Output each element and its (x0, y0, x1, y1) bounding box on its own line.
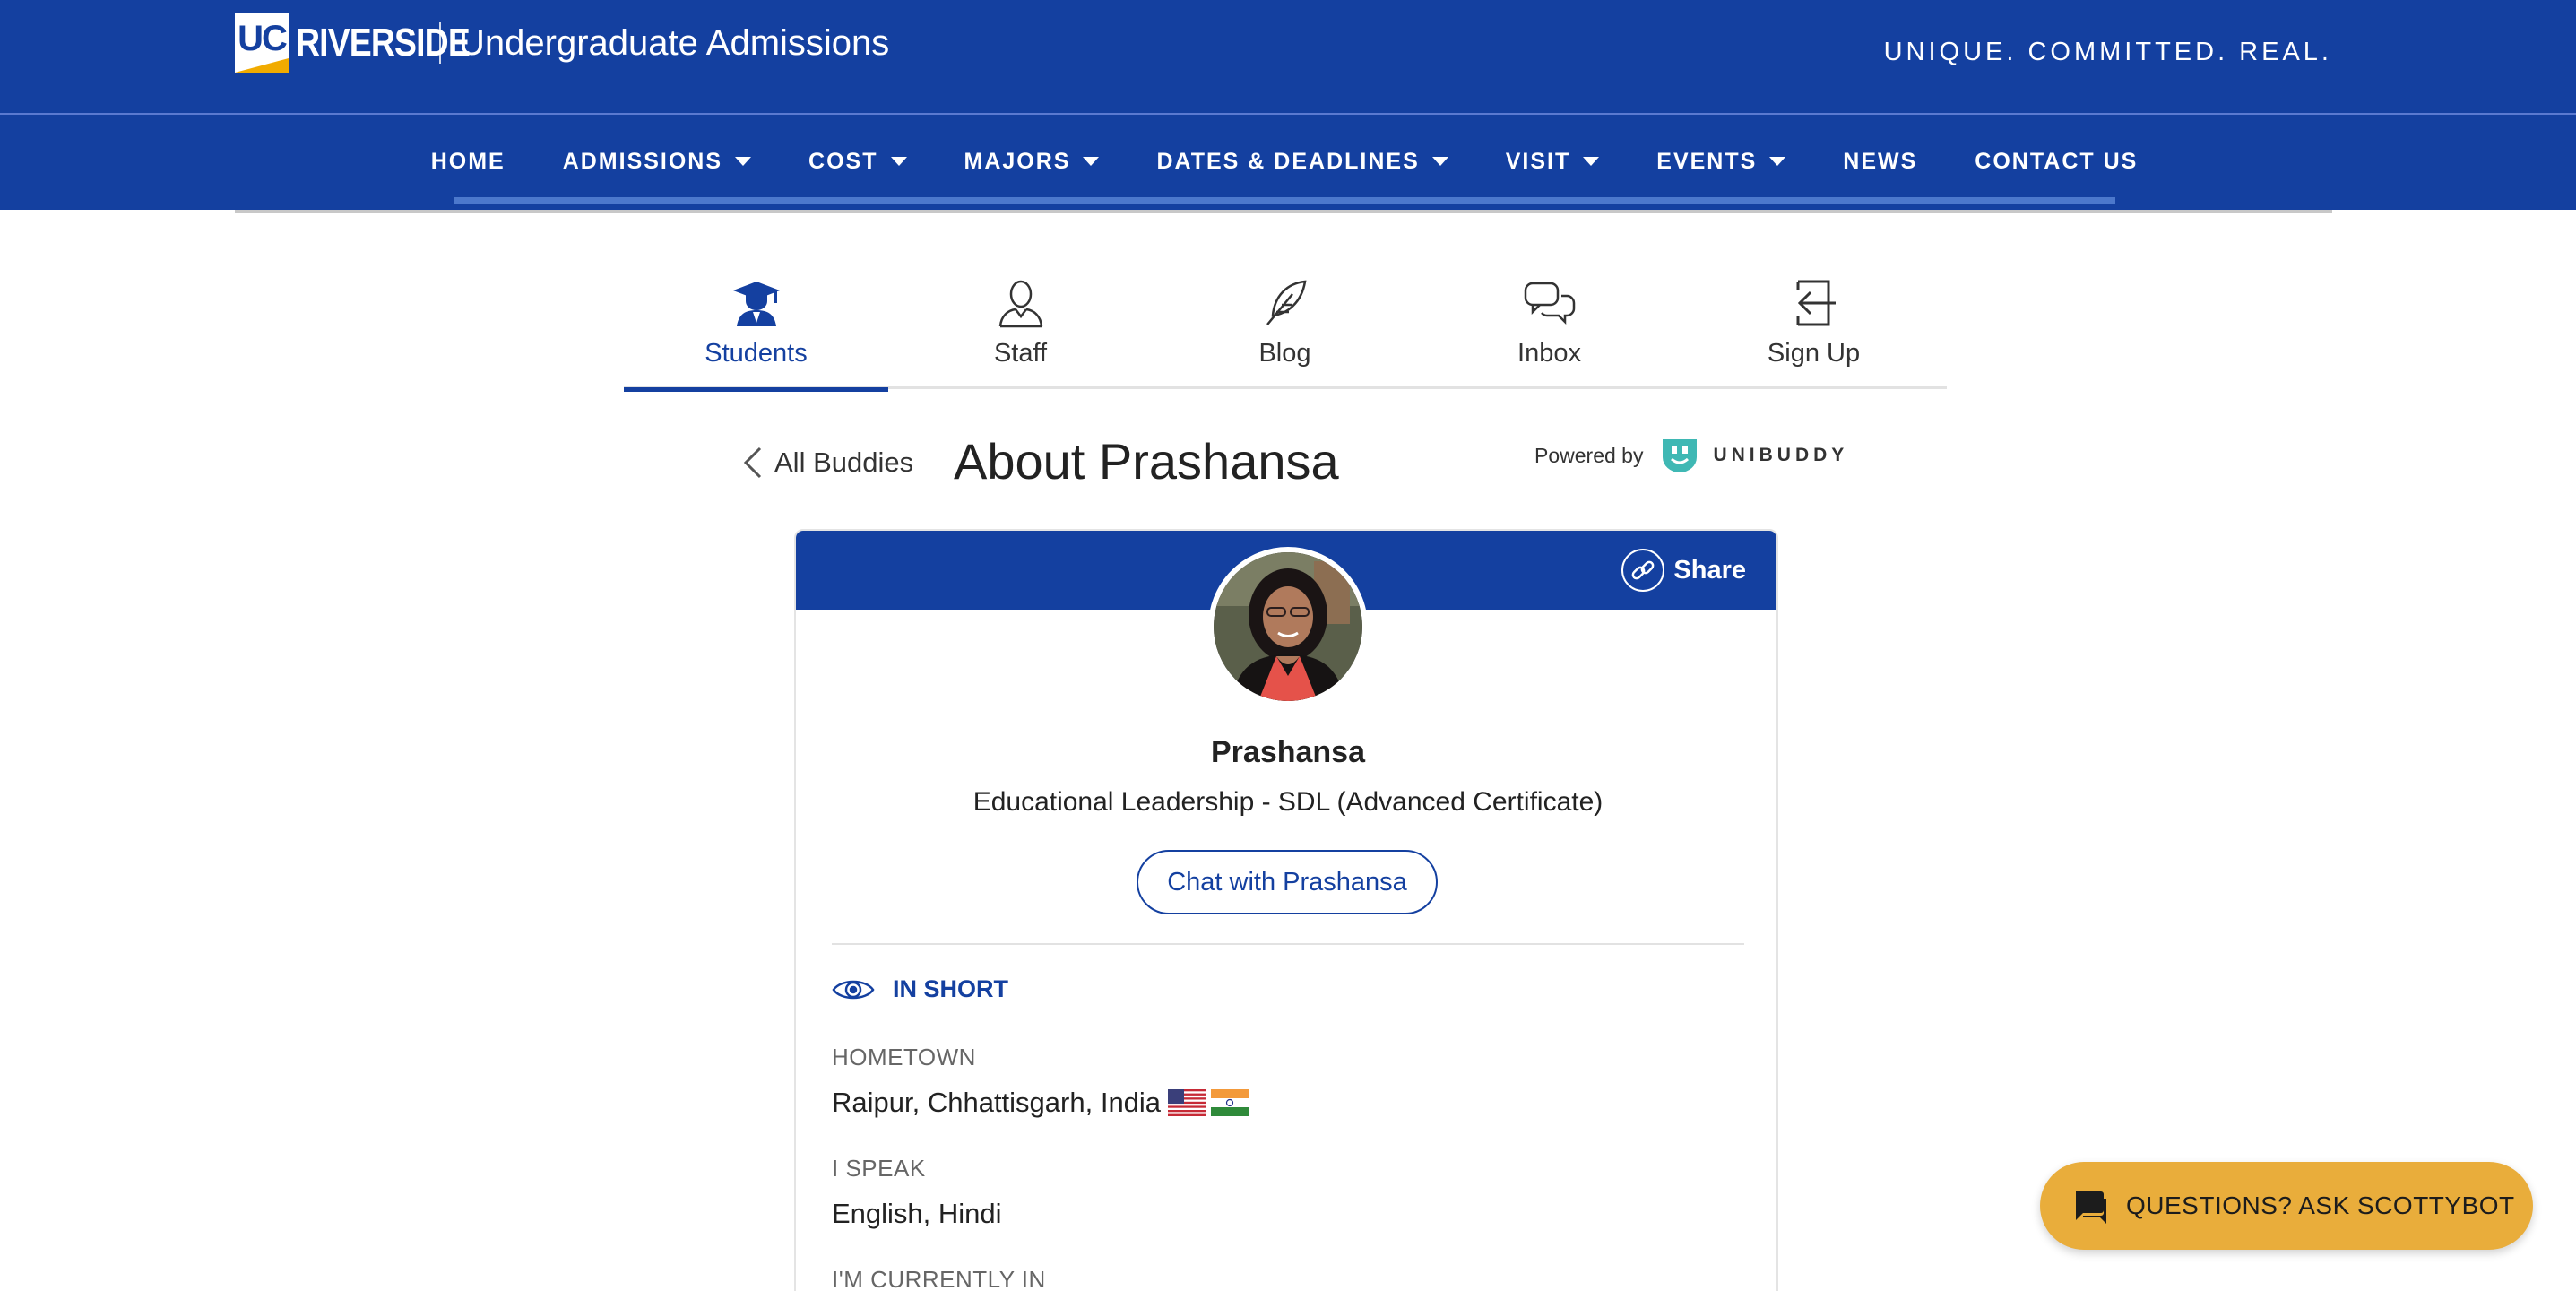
header-divider (0, 113, 2576, 115)
share-button[interactable]: Share (1621, 549, 1746, 592)
chevron-left-icon (743, 446, 762, 479)
nav-label: EVENTS (1656, 148, 1758, 174)
field-label-hometown: HOMETOWN (832, 1044, 976, 1070)
powered-by-unibuddy[interactable]: Powered by UNIBUDDY (1534, 438, 1848, 473)
powered-by-text: Powered by (1534, 443, 1644, 467)
profile-name: Prashansa (1211, 735, 1365, 769)
nav-visit[interactable]: VISIT (1477, 149, 1629, 175)
unibuddy-logo-icon (1663, 439, 1698, 472)
nav-contact-us[interactable]: CONTACT US (1946, 149, 2166, 175)
tab-blog[interactable]: Blog (1153, 260, 1417, 389)
eye-icon (832, 980, 875, 999)
link-icon (1621, 549, 1665, 592)
nav-label: VISIT (1505, 148, 1571, 174)
india-flag-icon (1211, 1089, 1249, 1116)
caret-down-icon (735, 157, 752, 166)
back-label: All Buddies (774, 446, 914, 478)
sign-in-icon (1787, 276, 1841, 330)
unibuddy-wordmark: UNIBUDDY (1713, 445, 1849, 465)
logo-wordmark: RIVERSIDE (296, 21, 471, 65)
brand-logo[interactable]: UC RIVERSIDE Undergraduate Admissions (235, 13, 889, 74)
field-value-hometown: Raipur, Chhattisgarh, India (832, 1087, 1249, 1119)
nav-events[interactable]: EVENTS (1628, 149, 1814, 175)
quill-icon (1258, 276, 1312, 330)
main-nav: HOME ADMISSIONS COST MAJORS DATES & DEAD… (431, 117, 2137, 206)
field-label-currently-in: I'M CURRENTLY IN (832, 1266, 1046, 1291)
scottybot-chat-button[interactable]: QUESTIONS? ASK SCOTTYBOT (2040, 1162, 2533, 1250)
in-short-heading: IN SHORT (832, 975, 1008, 1003)
caret-down-icon (1083, 157, 1100, 166)
nav-dates-deadlines[interactable]: DATES & DEADLINES (1128, 149, 1476, 175)
tab-label: Sign Up (1767, 339, 1861, 368)
tab-inbox[interactable]: Inbox (1417, 260, 1681, 389)
nav-label: NEWS (1843, 148, 1918, 174)
tab-staff[interactable]: Staff (888, 260, 1153, 389)
page-title: About Prashansa (954, 433, 1339, 490)
uc-badge-accent (235, 58, 289, 73)
avatar (1208, 547, 1368, 706)
graduate-icon (730, 276, 783, 330)
section-title: IN SHORT (893, 975, 1009, 1002)
nav-cost[interactable]: COST (780, 149, 935, 175)
tab-label: Blog (1258, 339, 1311, 368)
brand-divider (439, 22, 441, 64)
share-label: Share (1673, 555, 1746, 585)
header-shadow (235, 210, 2332, 213)
nav-home[interactable]: HOME (402, 149, 534, 175)
field-value-languages: English, Hindi (832, 1198, 1002, 1229)
profile-card: Share Prashansa Educational Leadership -… (794, 529, 1778, 1291)
person-icon (994, 276, 1048, 330)
site-header: UC RIVERSIDE Undergraduate Admissions UN… (0, 0, 2576, 210)
tab-label: Students (705, 339, 808, 368)
uc-badge: UC (235, 13, 289, 73)
chatbot-label: QUESTIONS? ASK SCOTTYBOT (2126, 1191, 2515, 1219)
nav-label: COST (808, 148, 878, 174)
nav-news[interactable]: NEWS (1814, 149, 1946, 175)
back-to-all-buddies[interactable]: All Buddies (740, 445, 913, 481)
uc-badge-text: UC (238, 19, 288, 58)
caret-down-icon (1769, 157, 1786, 166)
site-title: Undergraduate Admissions (459, 22, 890, 63)
card-divider (832, 943, 1744, 945)
nav-underline (454, 197, 2115, 204)
buddy-tabs: Students Staff Blog Inbox Sign Up (624, 260, 1947, 392)
tab-label: Staff (993, 339, 1048, 368)
nav-admissions[interactable]: ADMISSIONS (534, 149, 780, 175)
nav-label: DATES & DEADLINES (1156, 148, 1420, 174)
caret-down-icon (1583, 157, 1600, 166)
field-label-languages: I SPEAK (832, 1155, 926, 1182)
nav-label: HOME (430, 148, 506, 174)
chat-bubbles-icon (1523, 276, 1577, 330)
us-flag-icon (1168, 1089, 1206, 1116)
nav-majors[interactable]: MAJORS (936, 149, 1128, 175)
nav-label: MAJORS (964, 148, 1071, 174)
tab-students[interactable]: Students (624, 260, 888, 392)
chat-with-buddy-button[interactable]: Chat with Prashansa (1137, 850, 1438, 914)
tab-sign-up[interactable]: Sign Up (1681, 260, 1946, 389)
caret-down-icon (1431, 157, 1448, 166)
tagline: UNIQUE. COMMITTED. REAL. (1883, 38, 2332, 66)
tab-label: Inbox (1517, 339, 1581, 368)
nav-label: ADMISSIONS (562, 148, 723, 174)
hometown-text: Raipur, Chhattisgarh, India (832, 1087, 1162, 1118)
profile-program: Educational Leadership - SDL (Advanced C… (972, 787, 1604, 817)
nav-label: CONTACT US (1975, 148, 2139, 174)
caret-down-icon (890, 157, 907, 166)
chat-icon (2076, 1191, 2106, 1224)
